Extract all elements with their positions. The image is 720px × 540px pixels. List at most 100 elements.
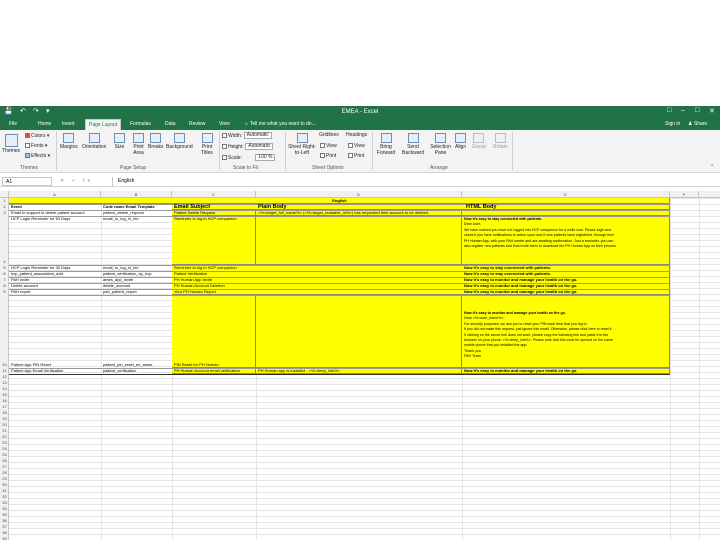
width-dropdown[interactable]: Automatic bbox=[243, 132, 272, 139]
fonts-button[interactable]: Fonts ▾ bbox=[25, 143, 47, 149]
cell-a5[interactable]: HCP Login Reminder for 30 Days bbox=[11, 266, 101, 271]
row-header-16[interactable]: 16 bbox=[0, 399, 9, 403]
cell-b11[interactable]: patient_verification bbox=[103, 369, 171, 374]
gridlines-view-checkbox[interactable]: View bbox=[320, 143, 337, 149]
tab-view[interactable]: View bbox=[219, 121, 230, 128]
row-header-38[interactable]: 38 bbox=[0, 531, 9, 535]
row-header-2[interactable]: 2 bbox=[0, 205, 9, 209]
tab-data[interactable]: Data bbox=[165, 121, 176, 128]
row-header-5[interactable]: 5 bbox=[0, 266, 9, 270]
tab-file[interactable]: File bbox=[9, 121, 17, 128]
cell-e9[interactable]: Now it's easy to monitor and manage your… bbox=[464, 290, 669, 295]
row-header-1[interactable]: 1 bbox=[0, 199, 9, 203]
row-header-14[interactable]: 14 bbox=[0, 387, 9, 391]
cell-b8[interactable]: delete_account bbox=[103, 284, 171, 289]
headings-view-checkbox[interactable]: View bbox=[348, 143, 365, 149]
cell-e7[interactable]: Now it's easy to monitor and manage your… bbox=[464, 278, 669, 283]
print-titles-button[interactable]: Print Titles bbox=[199, 133, 215, 156]
row-header-7[interactable]: 7 bbox=[0, 278, 9, 282]
row-header-24[interactable]: 24 bbox=[0, 447, 9, 451]
column-header-a[interactable]: A bbox=[9, 191, 101, 198]
row-header-18[interactable]: 18 bbox=[0, 411, 9, 415]
cell-e6[interactable]: Now it's easy to stay connected with pat… bbox=[464, 272, 669, 277]
column-header-f[interactable]: F bbox=[670, 191, 699, 198]
name-box[interactable]: A1 bbox=[2, 177, 52, 186]
orientation-button[interactable]: Orientation bbox=[82, 133, 106, 150]
send-backward-button[interactable]: Send Backward bbox=[400, 133, 426, 156]
cell-a8[interactable]: Delete account bbox=[11, 284, 101, 289]
column-header-d[interactable]: D bbox=[256, 191, 462, 198]
gridlines-print-checkbox[interactable]: Print bbox=[320, 153, 336, 159]
row-header-4[interactable]: 4 bbox=[0, 260, 9, 264]
row-header-11[interactable]: 11 bbox=[0, 369, 9, 373]
cell-e5[interactable]: Now it's easy to stay connected with pat… bbox=[464, 266, 669, 271]
worksheet-grid[interactable]: English Event Code name Email Template E… bbox=[9, 198, 720, 540]
selection-pane-button[interactable]: Selection Pane bbox=[429, 133, 452, 156]
sign-in-link[interactable]: Sign in bbox=[665, 121, 680, 127]
cell-b6[interactable]: patient_verification_by_hcp bbox=[103, 272, 171, 277]
share-button[interactable]: ♟ Share bbox=[688, 121, 707, 127]
row-header-34[interactable]: 34 bbox=[0, 507, 9, 511]
close-icon[interactable]: ✕ bbox=[709, 107, 715, 115]
tab-review[interactable]: Review bbox=[189, 121, 205, 128]
maximize-icon[interactable]: □ bbox=[695, 107, 699, 114]
print-area-button[interactable]: Print Area bbox=[131, 133, 146, 156]
column-header-c[interactable]: C bbox=[172, 191, 256, 198]
row-header-22[interactable]: 22 bbox=[0, 435, 9, 439]
collapse-ribbon-icon[interactable]: ⌃ bbox=[710, 164, 714, 170]
row-header-9[interactable]: 9 bbox=[0, 290, 9, 294]
row-header-28[interactable]: 28 bbox=[0, 471, 9, 475]
cell-d10[interactable] bbox=[256, 295, 462, 368]
row-header-10[interactable]: 10 bbox=[0, 363, 9, 367]
rotate-button[interactable]: Rotate bbox=[493, 133, 508, 150]
bring-forward-button[interactable]: Bring Forward bbox=[375, 133, 397, 156]
row-header-17[interactable]: 17 bbox=[0, 405, 9, 409]
select-all-corner[interactable] bbox=[0, 191, 9, 198]
row-header-8[interactable]: 8 bbox=[0, 284, 9, 288]
tab-formulas[interactable]: Formulas bbox=[130, 121, 151, 128]
cell-a10[interactable]: Patient App PIN Reset bbox=[11, 363, 101, 368]
cell-a7[interactable]: PAH invite bbox=[11, 278, 101, 283]
formula-input[interactable]: English bbox=[112, 177, 714, 186]
tab-insert[interactable]: Insert bbox=[62, 121, 75, 128]
width-control[interactable]: Width: Automatic bbox=[222, 132, 272, 139]
cell-b7[interactable]: ames_app_invite bbox=[103, 278, 171, 283]
cell-c6[interactable]: Patient Verification bbox=[174, 272, 256, 277]
cell-c4[interactable] bbox=[172, 216, 256, 265]
margins-button[interactable]: Margins bbox=[60, 133, 78, 150]
row-header-27[interactable]: 27 bbox=[0, 465, 9, 469]
cell-c9[interactable]: Your PH Human Report bbox=[174, 290, 256, 295]
themes-button[interactable]: Themes bbox=[2, 134, 20, 154]
row-header-33[interactable]: 33 bbox=[0, 501, 9, 505]
row-header-31[interactable]: 31 bbox=[0, 489, 9, 493]
row-header-12[interactable]: 12 bbox=[0, 375, 9, 379]
background-button[interactable]: Background bbox=[166, 133, 193, 150]
tell-me-search[interactable]: ☼ Tell me what you want to do... bbox=[244, 121, 316, 128]
cell-a6[interactable]: hcp_patient_association_add bbox=[11, 272, 101, 277]
row-header-36[interactable]: 36 bbox=[0, 519, 9, 523]
breaks-button[interactable]: Breaks bbox=[148, 133, 164, 150]
row-header-37[interactable]: 37 bbox=[0, 525, 9, 529]
headings-print-checkbox[interactable]: Print bbox=[348, 153, 364, 159]
row-header-3[interactable]: 3 bbox=[0, 211, 9, 215]
scale-control[interactable]: Scale: 100 % bbox=[222, 154, 276, 161]
cell-a9[interactable]: PAH report bbox=[11, 290, 101, 295]
cell-b5[interactable]: email_to_log_in_hin bbox=[103, 266, 171, 271]
cell-a3[interactable]: Email to support to delete patient accou… bbox=[11, 211, 101, 216]
column-header-b[interactable]: B bbox=[101, 191, 172, 198]
group-button[interactable]: Group bbox=[472, 133, 486, 150]
tab-page-layout[interactable]: Page Layout bbox=[85, 119, 122, 130]
cell-e8[interactable]: Now it's easy to monitor and manage your… bbox=[464, 284, 669, 289]
row-header-25[interactable]: 25 bbox=[0, 453, 9, 457]
formula-buttons[interactable]: ✕ ✓ fx bbox=[60, 178, 93, 185]
effects-button[interactable]: Effects ▾ bbox=[25, 153, 50, 159]
row-header-20[interactable]: 20 bbox=[0, 423, 9, 427]
cell-c7[interactable]: PH Human App Invite bbox=[174, 278, 256, 283]
sheet-right-to-left-button[interactable]: Sheet Right-to-Left bbox=[288, 133, 316, 156]
colors-button[interactable]: Colors ▾ bbox=[25, 133, 49, 139]
minimize-icon[interactable]: – bbox=[681, 107, 685, 114]
row-header-30[interactable]: 30 bbox=[0, 483, 9, 487]
row-header-26[interactable]: 26 bbox=[0, 459, 9, 463]
row-header-15[interactable]: 15 bbox=[0, 393, 9, 397]
cell-a4[interactable]: HCP Login Reminder for 60 Days bbox=[11, 217, 101, 222]
